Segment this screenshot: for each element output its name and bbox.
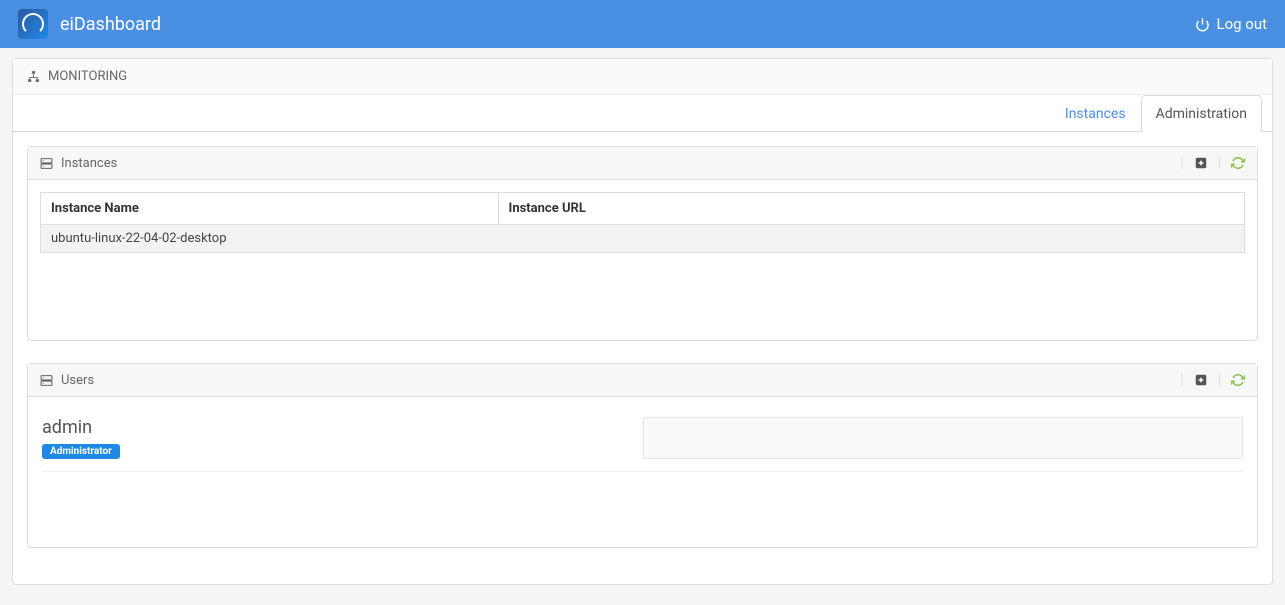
server-icon (40, 157, 53, 170)
users-actions: | | (1180, 372, 1245, 388)
monitoring-panel: MONITORING Instances Administration (12, 58, 1273, 585)
refresh-instances-button[interactable] (1231, 156, 1245, 170)
table-row[interactable]: ubuntu-linux-22-04-02-desktop (41, 225, 1245, 253)
navbar: eiDashboard Log out (0, 0, 1285, 48)
tab-instances[interactable]: Instances (1050, 95, 1141, 132)
user-detail-box (643, 417, 1244, 459)
app-logo-icon (18, 9, 48, 39)
col-instance-url: Instance URL (498, 193, 1244, 225)
refresh-users-button[interactable] (1231, 373, 1245, 387)
user-info: admin Administrator (42, 417, 120, 459)
col-instance-name: Instance Name (41, 193, 499, 225)
server-icon (40, 374, 53, 387)
cell-instance-name: ubuntu-linux-22-04-02-desktop (41, 225, 499, 253)
divider: | (1218, 372, 1221, 388)
cell-instance-url (498, 225, 1244, 253)
logout-label: Log out (1216, 15, 1267, 33)
users-subpanel-header: Users | | (28, 364, 1257, 397)
users-body: admin Administrator (28, 397, 1257, 547)
users-title: Users (61, 373, 94, 388)
instances-subpanel: Instances | | (27, 146, 1258, 341)
brand-title: eiDashboard (60, 14, 161, 35)
role-badge: Administrator (42, 444, 120, 459)
divider: | (1180, 155, 1183, 171)
add-user-button[interactable] (1194, 373, 1208, 387)
monitoring-panel-header: MONITORING (13, 59, 1272, 95)
navbar-left: eiDashboard (18, 9, 161, 39)
instances-subpanel-header: Instances | | (28, 147, 1257, 180)
power-icon (1195, 17, 1210, 32)
logout-button[interactable]: Log out (1195, 15, 1267, 33)
panel-body: Instances | | (13, 132, 1272, 584)
monitoring-title: MONITORING (48, 69, 127, 84)
tab-administration[interactable]: Administration (1141, 95, 1262, 132)
instances-body: Instance Name Instance URL ubuntu-linux-… (28, 180, 1257, 340)
divider: | (1218, 155, 1221, 171)
instances-actions: | | (1180, 155, 1245, 171)
instances-table: Instance Name Instance URL ubuntu-linux-… (40, 192, 1245, 253)
divider: | (1180, 372, 1183, 388)
panel-tabs: Instances Administration (13, 95, 1272, 132)
sitemap-icon (27, 70, 40, 83)
user-row: admin Administrator (42, 417, 1243, 472)
users-subpanel: Users | | (27, 363, 1258, 548)
add-instance-button[interactable] (1194, 156, 1208, 170)
user-name: admin (42, 417, 120, 438)
instances-title: Instances (61, 156, 117, 171)
main-container: MONITORING Instances Administration (0, 48, 1285, 605)
